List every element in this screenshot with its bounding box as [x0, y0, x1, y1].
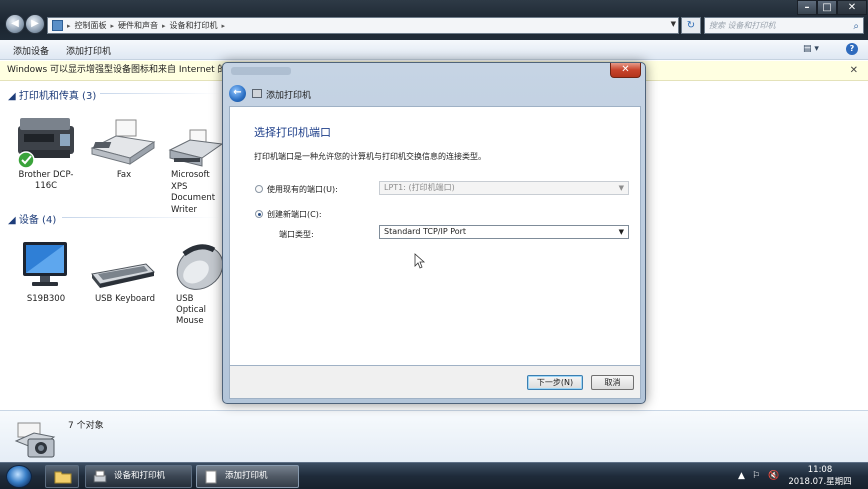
page-title: 选择打印机端口 — [254, 126, 331, 139]
show-hidden-icons-icon[interactable]: ▲ — [738, 471, 745, 481]
breadcrumb-devices-printers[interactable]: 设备和打印机 — [170, 20, 218, 31]
breadcrumb-separator-icon[interactable]: ▸ — [111, 22, 115, 30]
device-s19b300[interactable]: S19B300 — [15, 294, 77, 305]
group-divider — [100, 93, 220, 94]
device-microsoft-xps-writer[interactable]: Microsoft XPS Document Writer — [171, 170, 223, 216]
start-button[interactable] — [6, 465, 32, 488]
group-title: 打印机和传真 (3) — [18, 91, 97, 102]
mouse-icon[interactable] — [170, 240, 224, 295]
monitor-icon[interactable] — [20, 240, 70, 293]
collapse-icon[interactable]: ◢ — [8, 215, 19, 226]
help-icon[interactable]: ? — [846, 43, 858, 55]
device-brother-dcp-116c[interactable]: Brother DCP-116C — [15, 170, 77, 192]
folder-icon — [54, 471, 72, 484]
keyboard-icon[interactable] — [90, 262, 156, 291]
view-options-icon[interactable]: ▤ ▾ — [803, 44, 819, 54]
device-label: Fax — [116, 170, 132, 180]
device-label: USB Optical Mouse — [176, 294, 207, 326]
fax-icon[interactable] — [90, 118, 156, 171]
system-clock[interactable]: 11:08 2018.07.星期四 — [784, 464, 856, 488]
add-printer-button[interactable]: 添加打印机 — [66, 44, 111, 57]
back-arrow-icon[interactable]: ← — [229, 85, 246, 102]
port-type-label: 端口类型: — [279, 230, 314, 239]
window-icon — [205, 470, 217, 484]
dialog-title — [231, 67, 291, 75]
xps-printer-icon[interactable] — [168, 128, 224, 173]
dialog-header-title: 添加打印机 — [266, 91, 312, 101]
device-usb-keyboard[interactable]: USB Keyboard — [92, 294, 158, 305]
close-button[interactable]: ✕ — [837, 0, 867, 15]
volume-muted-icon[interactable]: 🔇 — [768, 471, 779, 481]
forward-button[interactable]: ▶ — [25, 14, 45, 34]
control-panel-icon — [52, 20, 63, 31]
chevron-down-icon: ▼ — [618, 228, 624, 236]
multifunction-printer-icon[interactable] — [14, 112, 78, 173]
group-header-printers[interactable]: ◢ 打印机和传真 (3) — [8, 87, 96, 102]
port-type-value: Standard TCP/IP Port — [384, 227, 467, 236]
dialog-body: 选择打印机端口 打印机端口是一种允许您的计算机与打印机交换信息的连接类型。 使用… — [229, 106, 641, 366]
search-icon[interactable]: ⌕ — [853, 19, 859, 34]
devices-printers-icon — [93, 470, 107, 483]
chevron-down-icon: ▼ — [618, 184, 624, 192]
dialog-header: ← 添加打印机 — [229, 83, 641, 105]
search-placeholder: 搜索 设备和打印机 — [709, 21, 776, 30]
breadcrumb-separator-icon[interactable]: ▸ — [222, 22, 226, 30]
existing-port-select[interactable]: LPT1: (打印机端口) ▼ — [379, 181, 629, 195]
explorer-title-bar: ◀ ▶ ▸ 控制面板 ▸ 硬件和声音 ▸ 设备和打印机 ▸ ▼ ↻ 搜索 设备和… — [0, 0, 868, 40]
group-divider — [62, 217, 220, 218]
next-button[interactable]: 下一步(N) — [527, 375, 583, 390]
taskbar-window-label: 设备和打印机 — [114, 471, 166, 481]
new-port-radio[interactable] — [255, 210, 263, 218]
group-header-devices[interactable]: ◢ 设备 (4) — [8, 211, 56, 226]
info-bar-text: Windows 可以显示增强型设备图标和来自 Internet 的信息。 — [7, 65, 254, 75]
existing-port-label[interactable]: 使用现有的端口(U): — [267, 184, 338, 195]
device-label: Microsoft XPS Document Writer — [171, 170, 216, 215]
command-bar: 添加设备 添加打印机 ▤ ▾ ? — [0, 40, 868, 60]
group-title: 设备 (4) — [18, 215, 57, 226]
back-button[interactable]: ◀ — [5, 14, 25, 34]
object-count: 7 个对象 — [68, 421, 104, 431]
devices-printers-icon — [14, 417, 58, 462]
close-icon[interactable]: ✕ — [850, 61, 858, 80]
clock-date: 2018.07.星期四 — [788, 477, 852, 487]
minimize-button[interactable]: – — [797, 0, 817, 15]
breadcrumb-control-panel[interactable]: 控制面板 — [75, 20, 107, 31]
taskbar-window-label: 添加打印机 — [225, 471, 268, 481]
new-port-label[interactable]: 创建新端口(C): — [267, 209, 322, 220]
printer-icon — [252, 89, 262, 98]
add-printer-dialog: ✕ ← 添加打印机 选择打印机端口 打印机端口是一种允许您的计算机与打印机交换信… — [222, 62, 646, 404]
address-dropdown-icon[interactable]: ▼ — [671, 20, 676, 28]
taskbar-add-printer[interactable]: 添加打印机 — [196, 465, 299, 488]
breadcrumb-hardware-sound[interactable]: 硬件和声音 — [118, 20, 158, 31]
explorer-pinned-button[interactable] — [45, 465, 79, 488]
refresh-button[interactable]: ↻ — [681, 17, 701, 34]
device-label: USB Keyboard — [94, 294, 156, 304]
existing-port-value: LPT1: (打印机端口) — [384, 183, 455, 192]
mouse-cursor-icon — [414, 253, 426, 269]
page-description: 打印机端口是一种允许您的计算机与打印机交换信息的连接类型。 — [254, 152, 486, 161]
device-label: Brother DCP-116C — [18, 170, 74, 191]
action-center-icon[interactable]: ⚐ — [752, 471, 760, 481]
device-usb-optical-mouse[interactable]: USB Optical Mouse — [176, 294, 226, 327]
maximize-button[interactable]: □ — [817, 0, 837, 15]
details-pane: 7 个对象 — [0, 410, 868, 462]
cancel-button[interactable]: 取消 — [591, 375, 634, 390]
port-type-select[interactable]: Standard TCP/IP Port ▼ — [379, 225, 629, 239]
breadcrumb-separator-icon[interactable]: ▸ — [67, 22, 71, 30]
dialog-close-button[interactable]: ✕ — [610, 63, 641, 78]
device-label: S19B300 — [26, 294, 66, 304]
dialog-footer: 下一步(N) 取消 — [229, 366, 641, 399]
clock-time: 11:08 — [807, 465, 833, 475]
taskbar: 设备和打印机 添加打印机 ▲ ⚐ 🔇 11:08 2018.07.星期四 — [0, 462, 868, 489]
breadcrumb-separator-icon[interactable]: ▸ — [162, 22, 166, 30]
existing-port-radio[interactable] — [255, 185, 263, 193]
address-bar[interactable]: ▸ 控制面板 ▸ 硬件和声音 ▸ 设备和打印机 ▸ ▼ — [47, 17, 679, 34]
taskbar-devices-printers[interactable]: 设备和打印机 — [85, 465, 192, 488]
device-fax[interactable]: Fax — [93, 170, 155, 181]
collapse-icon[interactable]: ◢ — [8, 91, 19, 102]
search-input[interactable]: 搜索 设备和打印机 ⌕ — [704, 17, 864, 34]
add-device-button[interactable]: 添加设备 — [13, 44, 49, 57]
